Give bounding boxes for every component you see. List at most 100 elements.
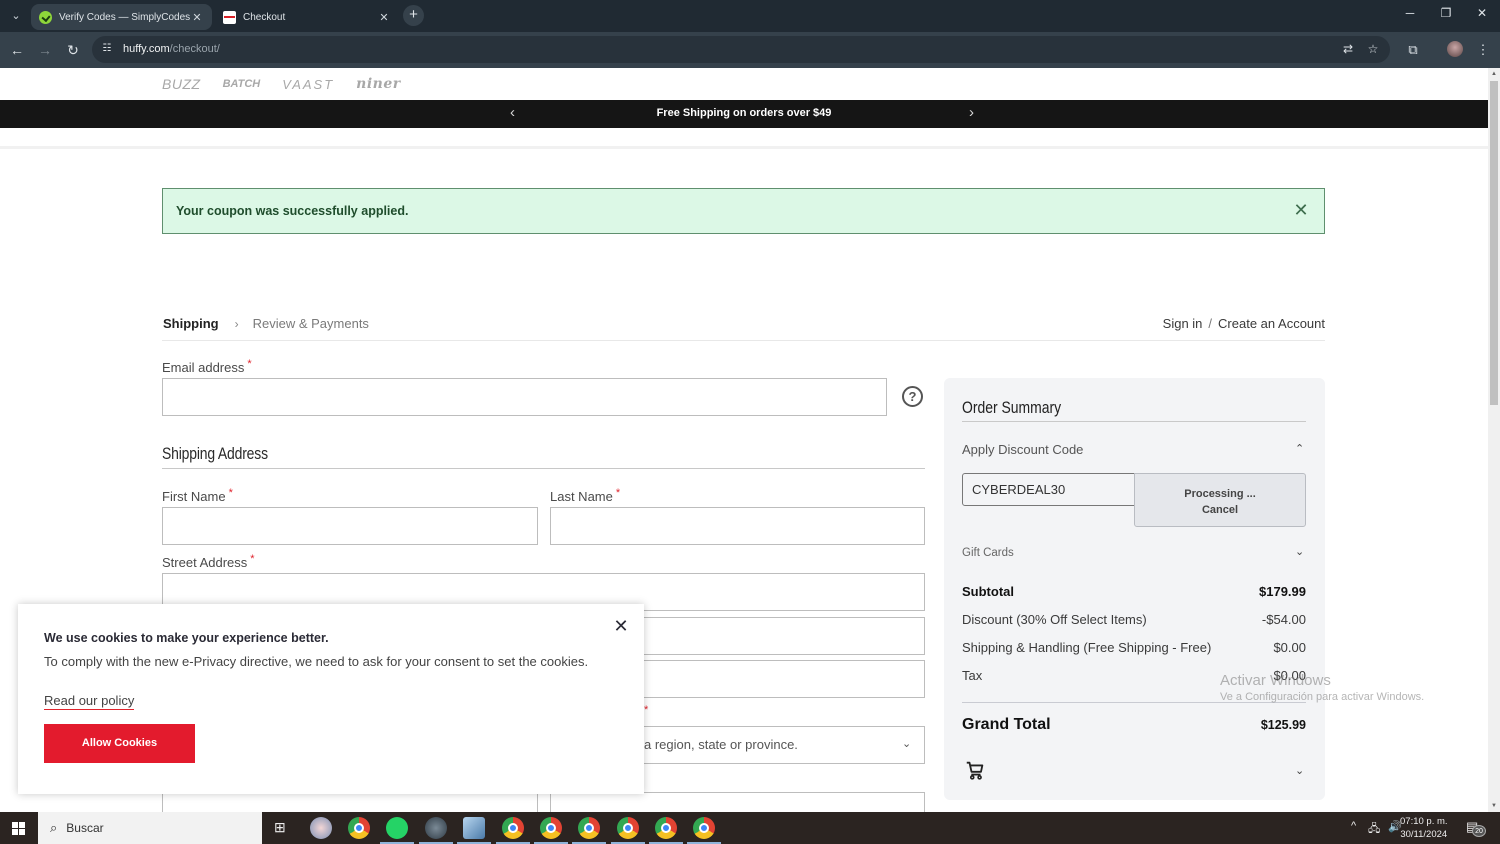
notepad-app-icon[interactable]	[457, 817, 491, 844]
system-clock[interactable]: 07:10 p. m. 30/11/2024	[1400, 815, 1448, 841]
summary-row-subtotal: Subtotal $179.99	[962, 584, 1306, 599]
chrome-app-icon[interactable]	[348, 817, 370, 839]
notification-center-icon[interactable]: ▤ 20	[1466, 819, 1486, 837]
notification-count-badge: 20	[1472, 825, 1486, 837]
profile-avatar[interactable]	[1447, 41, 1463, 57]
browser-toolbar: ← → ↻ ☷ huffy.com/checkout/ ⇄ ☆ ⧉ ⋮	[0, 32, 1500, 68]
tab-title: Checkout	[243, 11, 286, 23]
apply-discount-toggle[interactable]: Apply Discount Code	[962, 442, 1083, 457]
chrome-profile-4-icon[interactable]	[611, 817, 645, 844]
chevron-up-icon[interactable]: ⌃	[1295, 442, 1304, 455]
restore-button[interactable]: ❐	[1436, 6, 1456, 20]
cookie-body: To comply with the new e-Privacy directi…	[44, 654, 589, 669]
chrome-profile-2-icon[interactable]	[534, 817, 568, 844]
promo-next-chevron-icon[interactable]: ›	[969, 104, 974, 121]
chrome-profile-1-icon[interactable]	[496, 817, 530, 844]
sign-in-link[interactable]: Sign in	[1163, 316, 1203, 331]
cookie-close-icon[interactable]: ✕	[613, 616, 629, 636]
row-label: Shipping & Handling (Free Shipping - Fre…	[962, 640, 1212, 655]
close-window-button[interactable]: ✕	[1472, 6, 1492, 20]
last-name-label: Last Name *	[550, 487, 620, 504]
phone-input[interactable]	[550, 792, 925, 812]
extensions-puzzle-icon[interactable]: ⧉	[1404, 41, 1422, 59]
cookie-heading: We use cookies to make your experience b…	[44, 631, 329, 645]
grand-total-label: Grand Total	[962, 716, 1051, 733]
summary-row-discount: Discount (30% Off Select Items) -$54.00	[962, 612, 1306, 627]
street-address-label: Street Address *	[162, 553, 255, 570]
forward-arrow-icon[interactable]: →	[36, 41, 54, 59]
read-policy-link[interactable]: Read our policy	[44, 693, 135, 710]
cart-icon[interactable]	[964, 759, 986, 781]
back-arrow-icon[interactable]: ←	[8, 41, 26, 59]
processing-cancel-button[interactable]: Processing ... Cancel	[1134, 473, 1306, 527]
chrome-profile-6-icon[interactable]	[687, 817, 721, 844]
discount-code-input[interactable]: CYBERDEAL30	[962, 473, 1136, 506]
shipping-address-heading: Shipping Address	[162, 444, 268, 463]
region-required-asterisk: *	[644, 704, 649, 716]
cart-chevron-down-icon[interactable]: ⌄	[1295, 764, 1304, 777]
close-tab-icon[interactable]: ✕	[190, 11, 204, 24]
order-summary-divider	[962, 421, 1306, 422]
last-name-input[interactable]	[550, 507, 925, 545]
new-tab-button[interactable]: +	[403, 5, 424, 26]
street-label-text: Street Address	[162, 555, 248, 570]
create-account-link[interactable]: Create an Account	[1218, 316, 1325, 331]
close-tab-icon[interactable]: ✕	[377, 11, 391, 24]
tray-chevron-up-icon[interactable]: ^	[1351, 820, 1356, 832]
start-button[interactable]	[0, 812, 38, 844]
brand-niner-logo[interactable]: niner	[356, 76, 400, 92]
url-path: /checkout/	[169, 43, 220, 55]
auth-links: Sign in / Create an Account	[1163, 316, 1325, 331]
email-label: Email address *	[162, 358, 252, 375]
tab-search-chevron-icon[interactable]: ⌄	[8, 8, 24, 24]
tab-checkout[interactable]: Checkout ✕	[215, 4, 399, 30]
cookie-consent-dialog: We use cookies to make your experience b…	[18, 604, 644, 794]
url-text[interactable]: huffy.com/checkout/	[123, 43, 220, 55]
order-summary: Order Summary Apply Discount Code ⌃ CYBE…	[944, 378, 1325, 800]
search-icon: ⌕	[50, 820, 58, 835]
scrollbar-thumb[interactable]	[1490, 81, 1498, 405]
translate-icon[interactable]: ⇄	[1340, 41, 1356, 57]
page-scrollbar[interactable]: ▲ ▼	[1488, 68, 1500, 812]
task-view-icon[interactable]: ⊞	[274, 819, 286, 836]
cancel-label: Cancel	[1201, 504, 1239, 516]
summary-row-tax: Tax $0.00	[962, 668, 1306, 683]
zip-input[interactable]	[162, 792, 538, 812]
whatsapp-app-icon[interactable]	[380, 817, 414, 844]
steps-divider	[162, 340, 1325, 341]
processing-label: Processing ...	[1184, 488, 1256, 500]
scroll-down-arrow-icon[interactable]: ▼	[1488, 800, 1500, 812]
brand-buzz-logo[interactable]: BUZZ	[162, 76, 201, 92]
summary-row-shipping: Shipping & Handling (Free Shipping - Fre…	[962, 640, 1306, 655]
first-name-input[interactable]	[162, 507, 538, 545]
row-value: $0.00	[1273, 640, 1306, 655]
site-settings-icon[interactable]: ☷	[100, 42, 114, 56]
alert-close-icon[interactable]: ✕	[1292, 201, 1310, 219]
gift-cards-toggle[interactable]: Gift Cards	[962, 547, 1014, 559]
chevron-down-icon[interactable]: ⌄	[1295, 545, 1304, 558]
row-label: Tax	[962, 668, 983, 683]
chrome-profile-5-icon[interactable]	[649, 817, 683, 844]
brand-batch-logo[interactable]: BATCH	[223, 78, 261, 90]
scroll-up-arrow-icon[interactable]: ▲	[1488, 68, 1500, 80]
help-question-icon[interactable]: ?	[902, 386, 923, 407]
minimize-button[interactable]: ─	[1400, 6, 1420, 20]
first-name-label-text: First Name	[162, 489, 226, 504]
allow-cookies-button[interactable]: Allow Cookies	[44, 724, 195, 763]
brand-vaast-logo[interactable]: VAAST	[282, 77, 334, 92]
address-bar[interactable]: ☷ huffy.com/checkout/ ⇄ ☆	[92, 36, 1390, 63]
menu-kebab-icon[interactable]: ⋮	[1474, 41, 1492, 59]
reload-icon[interactable]: ↻	[64, 41, 82, 59]
tab-simplycodes[interactable]: Verify Codes — SimplyCodes ✕	[31, 4, 212, 30]
url-host: huffy.com	[123, 43, 170, 55]
row-value: $0.00	[1273, 668, 1306, 683]
step-chevron-icon: ›	[234, 316, 239, 331]
network-icon[interactable]: 🖧	[1368, 820, 1380, 839]
paint-app-icon[interactable]	[310, 817, 332, 839]
alert-message: Your coupon was successfully applied.	[176, 204, 409, 218]
chrome-profile-3-icon[interactable]	[572, 817, 606, 844]
taskbar-search[interactable]: ⌕ Buscar	[38, 812, 262, 844]
bookmark-star-icon[interactable]: ☆	[1365, 41, 1381, 57]
vpn-app-icon[interactable]	[419, 817, 453, 844]
email-input[interactable]	[162, 378, 887, 416]
